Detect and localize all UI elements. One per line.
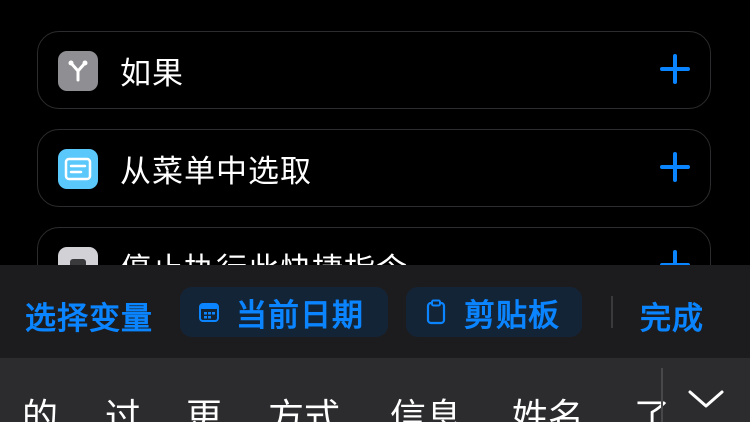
candidate-divider	[661, 368, 663, 422]
chevron-down-icon[interactable]	[686, 386, 726, 410]
action-label-stop-shortcut: 停止执行此快捷指令	[120, 244, 408, 266]
clipboard-icon	[426, 299, 446, 325]
clipboard-chip[interactable]: 剪贴板	[406, 287, 582, 337]
current-date-label: 当前日期	[236, 297, 364, 334]
candidate-word[interactable]: 信息	[390, 388, 462, 422]
action-row-stop-shortcut[interactable]: 停止执行此快捷指令	[37, 227, 711, 265]
add-stop-shortcut-button[interactable]	[660, 250, 690, 265]
action-row-choose-from-menu[interactable]: 从菜单中选取	[37, 129, 711, 207]
menu-list-icon	[58, 149, 98, 189]
action-row-if[interactable]: 如果	[37, 31, 711, 109]
candidate-word[interactable]: 更	[186, 388, 222, 422]
current-date-chip[interactable]: 当前日期	[180, 287, 388, 337]
calendar-icon	[199, 303, 219, 322]
candidate-word[interactable]: 了	[634, 388, 670, 422]
candidate-word[interactable]: 的	[22, 388, 58, 422]
action-label-if: 如果	[120, 55, 184, 92]
action-list: 如果 从菜单中选取 停止执行此快捷指令	[0, 0, 750, 265]
variable-toolbar: 选择变量 当前日期 剪贴板 完成	[0, 265, 750, 358]
add-if-button[interactable]	[660, 54, 690, 84]
done-button[interactable]: 完成	[640, 293, 704, 338]
candidate-word[interactable]: 姓名	[512, 388, 584, 422]
keyboard-candidate-bar: 的 过 更 方式 信息 姓名 了	[0, 358, 750, 422]
toolbar-divider	[611, 296, 613, 328]
clipboard-label: 剪贴板	[464, 297, 560, 334]
branch-icon	[58, 51, 98, 91]
action-label-choose-from-menu: 从菜单中选取	[120, 153, 312, 190]
stop-icon	[58, 247, 98, 265]
candidate-word[interactable]: 方式	[268, 388, 340, 422]
add-choose-from-menu-button[interactable]	[660, 152, 690, 182]
candidate-word[interactable]: 过	[105, 388, 141, 422]
select-variable-button[interactable]: 选择变量	[25, 293, 153, 338]
